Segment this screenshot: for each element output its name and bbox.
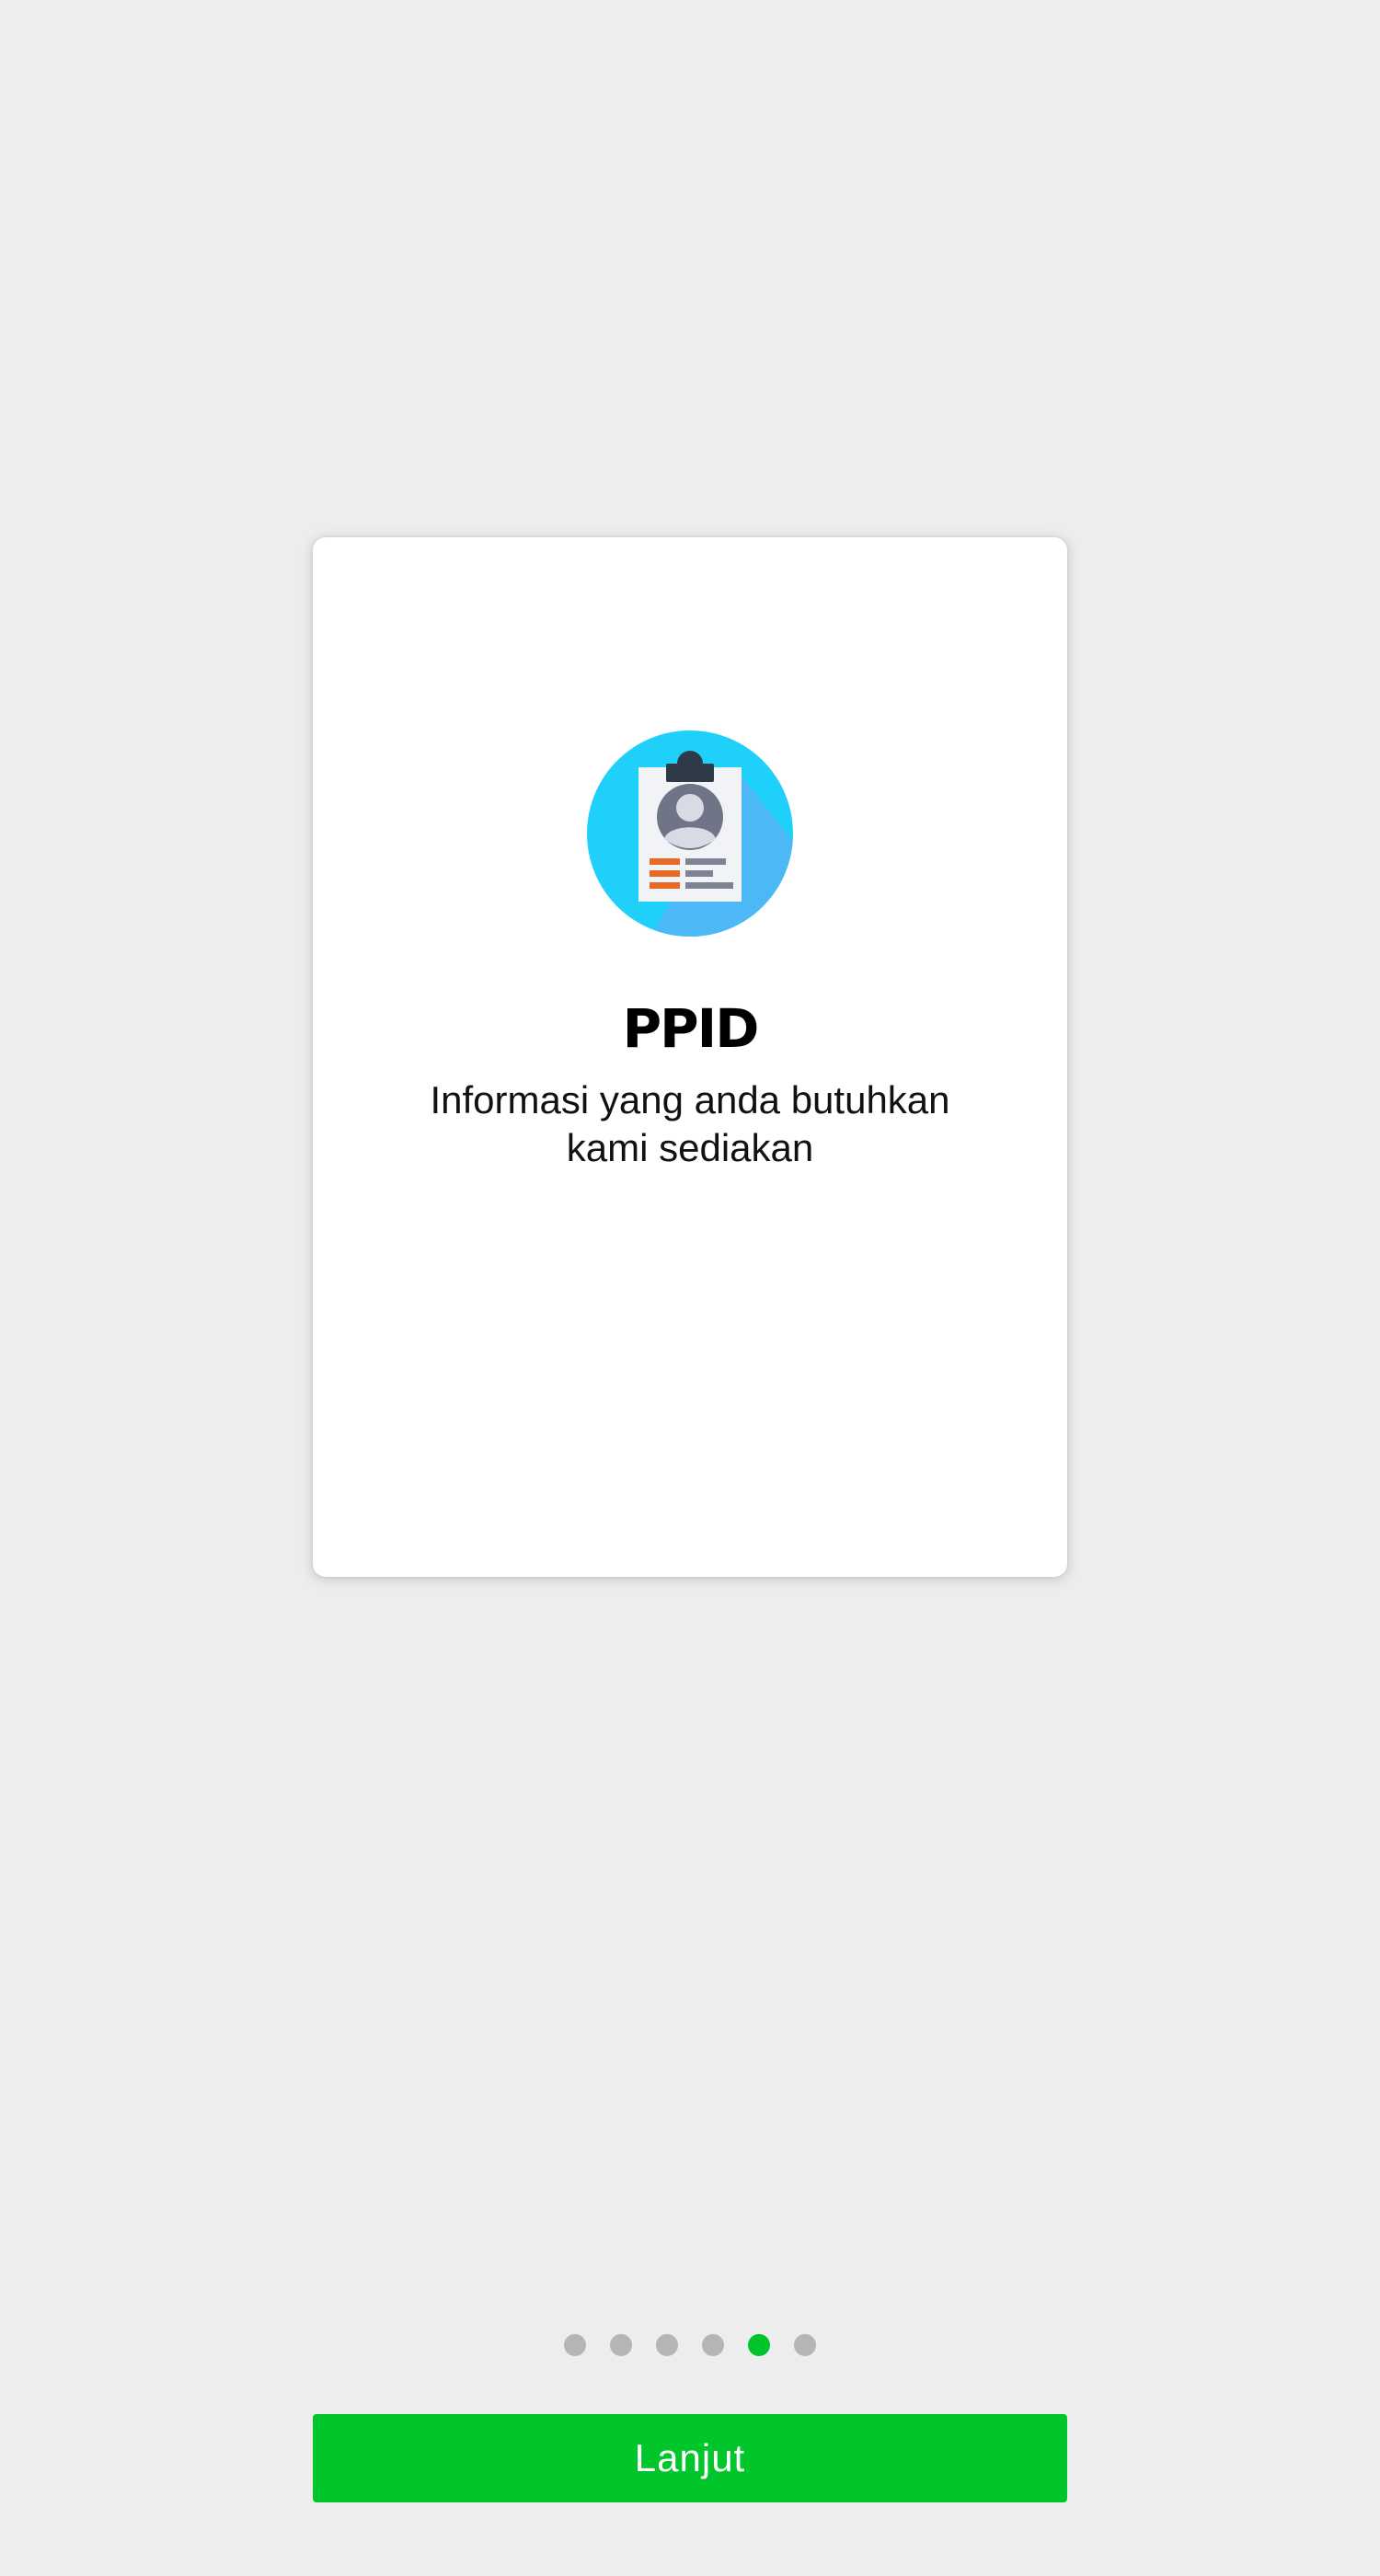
onboarding-card: PPID Informasi yang anda butuhkan kami s… bbox=[313, 537, 1067, 1577]
page-dot[interactable] bbox=[610, 2334, 632, 2356]
next-button[interactable]: Lanjut bbox=[313, 2414, 1067, 2502]
page-title: PPID bbox=[622, 997, 760, 1060]
page-subtitle: Informasi yang anda butuhkan kami sediak… bbox=[430, 1078, 950, 1169]
id-card-illustration-svg bbox=[587, 730, 793, 937]
page-dot[interactable] bbox=[564, 2334, 586, 2356]
page-dot[interactable] bbox=[702, 2334, 724, 2356]
page-indicator bbox=[0, 2334, 1380, 2356]
page-dot[interactable] bbox=[656, 2334, 678, 2356]
page-dot-active[interactable] bbox=[748, 2334, 770, 2356]
page-dot[interactable] bbox=[794, 2334, 816, 2356]
id-card-clipboard-icon bbox=[587, 730, 793, 937]
